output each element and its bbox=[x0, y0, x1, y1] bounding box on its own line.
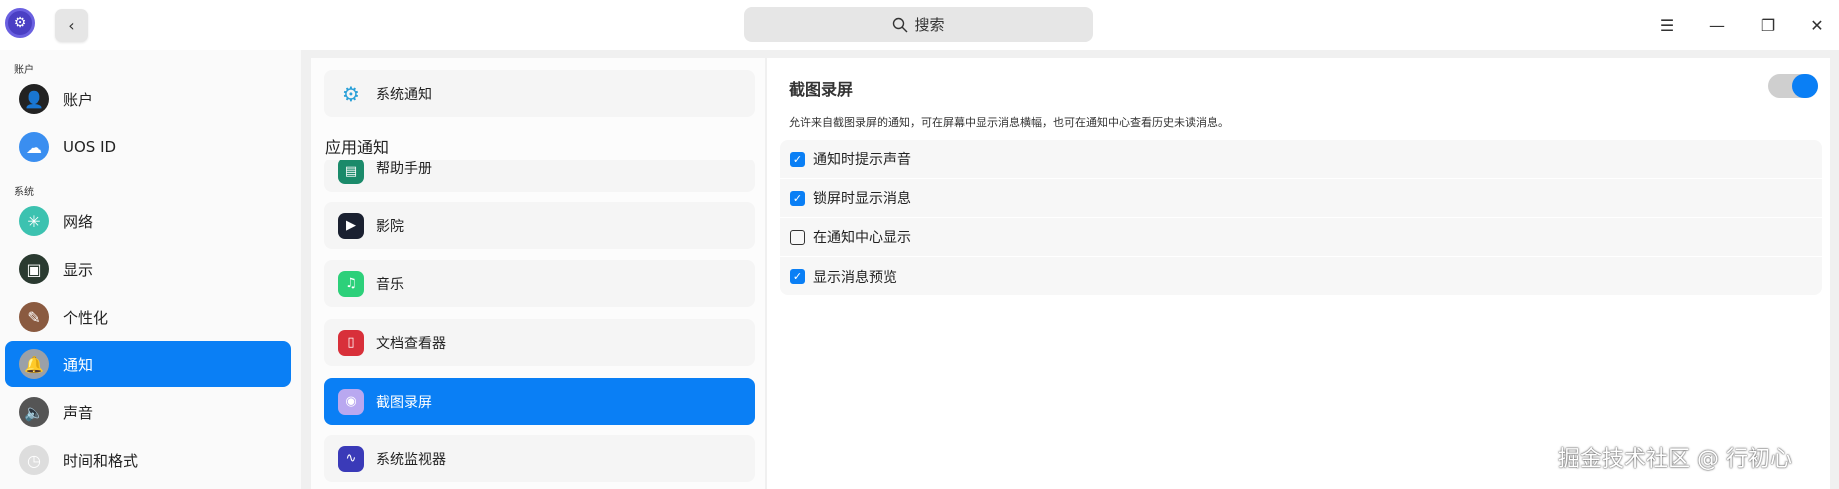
item-label: 系统监视器 bbox=[376, 451, 446, 468]
watermark: 掘金技术社区 @ 行初心 bbox=[1558, 447, 1792, 472]
app-list-item[interactable]: ◉ 截图录屏 bbox=[324, 378, 755, 425]
manual-icon: ▤ bbox=[338, 158, 364, 184]
palette-icon: ✎ bbox=[19, 302, 49, 332]
search-input[interactable]: 搜索 bbox=[744, 7, 1093, 42]
account-icon: 👤 bbox=[19, 84, 49, 114]
sidebar-item-label: 个性化 bbox=[63, 308, 109, 327]
network-icon: ✳ bbox=[19, 206, 49, 236]
sidebar-item[interactable]: 👤 账户 bbox=[5, 76, 291, 122]
item-label: 截图录屏 bbox=[376, 394, 432, 411]
option-label: 显示消息预览 bbox=[813, 269, 897, 286]
system-notification-item[interactable]: ⚙ 系统通知 bbox=[324, 70, 755, 117]
music-icon: ♫ bbox=[338, 270, 364, 297]
sidebar-item-label: 网络 bbox=[63, 212, 94, 231]
option-row[interactable]: ✓ 显示消息预览 bbox=[780, 257, 1822, 296]
close-button[interactable]: ✕ bbox=[1804, 12, 1830, 38]
title-bar: ⚙ ‹ 搜索 ☰ — ❐ ✕ bbox=[0, 0, 1839, 50]
app-list-item[interactable]: ∿ 系统监视器 bbox=[324, 435, 755, 482]
close-icon: ✕ bbox=[1810, 15, 1824, 35]
app-list-item[interactable]: ▤ 帮助手册 bbox=[324, 158, 755, 192]
speaker-icon: 🔈 bbox=[19, 397, 49, 427]
search-placeholder: 搜索 bbox=[914, 16, 945, 34]
checkbox[interactable]: ✓ bbox=[790, 151, 805, 167]
search-icon bbox=[893, 17, 908, 32]
checkbox[interactable]: ✓ bbox=[790, 190, 805, 206]
sidebar-item[interactable]: 🔈 声音 bbox=[5, 389, 291, 435]
detail-panel: 截图录屏 允许来自截图录屏的通知，可在屏幕中显示消息横幅，也可在通知中心查看历史… bbox=[767, 58, 1830, 489]
gear-icon: ⚙ bbox=[342, 81, 360, 106]
section-label: 账户 bbox=[14, 65, 34, 76]
document-viewer-icon: ▯ bbox=[338, 329, 364, 356]
camera-icon: ◉ bbox=[338, 388, 364, 415]
option-row[interactable]: ✓ 通知时提示声音 bbox=[780, 140, 1822, 179]
bell-icon: 🔔 bbox=[19, 349, 49, 379]
sidebar-item[interactable]: ▣ 显示 bbox=[5, 246, 291, 292]
app-list-item[interactable]: ▶ 影院 bbox=[324, 202, 755, 249]
app-logo-icon: ⚙ bbox=[5, 8, 35, 38]
clock-icon: ◷ bbox=[19, 445, 49, 475]
minimize-button[interactable]: — bbox=[1704, 12, 1730, 38]
options-group: ✓ 通知时提示声音 ✓ 锁屏时显示消息 在通知中心显示 ✓ 显示消息预览 bbox=[780, 140, 1822, 295]
app-list-panel: ⚙ 系统通知 ▤ 帮助手册 ▶ 影院 ♫ 音乐 ▯ 文档查看器 ◉ 截图录屏 ∿ 系统监视器 应用通知 bbox=[311, 58, 765, 489]
item-label: 系统通知 bbox=[376, 86, 432, 103]
system-monitor-icon: ∿ bbox=[338, 445, 364, 472]
sidebar-item[interactable]: ✎ 个性化 bbox=[5, 294, 291, 340]
checkbox[interactable]: ✓ bbox=[790, 269, 805, 284]
sidebar-item-label: 时间和格式 bbox=[63, 451, 139, 470]
detail-title: 截图录屏 bbox=[789, 80, 854, 99]
minimize-icon: — bbox=[1709, 15, 1725, 35]
sidebar-item[interactable]: ☁ UOS ID bbox=[5, 124, 291, 170]
item-label: 影院 bbox=[376, 218, 404, 235]
option-label: 锁屏时显示消息 bbox=[813, 191, 911, 207]
enable-toggle[interactable] bbox=[1768, 74, 1818, 98]
sidebar-item-label: 声音 bbox=[63, 403, 94, 422]
detail-description: 允许来自截图录屏的通知，可在屏幕中显示消息横幅，也可在通知中心查看历史未读消息。 bbox=[789, 116, 1229, 129]
sidebar: 账户 系统 👤 账户 ☁ UOS ID ✳ 网络 ▣ 显示 ✎ 个性化 🔔 通知 🔈 声音 ◷ 时间和格式 bbox=[0, 50, 301, 489]
app-list-item[interactable]: ♫ 音乐 bbox=[324, 260, 755, 307]
option-label: 通知时提示声音 bbox=[813, 152, 911, 168]
display-icon: ▣ bbox=[19, 254, 49, 284]
movie-icon: ▶ bbox=[338, 212, 364, 239]
sidebar-item-label: 通知 bbox=[63, 355, 94, 374]
maximize-icon: ❐ bbox=[1760, 15, 1776, 35]
sidebar-item[interactable]: ◷ 时间和格式 bbox=[5, 437, 291, 483]
section-heading: 应用通知 bbox=[325, 120, 765, 160]
sidebar-item-label: 显示 bbox=[63, 260, 94, 279]
maximize-button[interactable]: ❐ bbox=[1755, 12, 1781, 38]
menu-button[interactable]: ☰ bbox=[1654, 12, 1680, 38]
sidebar-item[interactable]: 🔔 通知 bbox=[5, 341, 291, 387]
back-icon: ‹ bbox=[68, 16, 75, 35]
sidebar-item-label: 账户 bbox=[63, 90, 94, 109]
section-label: 系统 bbox=[14, 187, 34, 198]
cloud-icon: ☁ bbox=[19, 132, 49, 162]
back-button[interactable]: ‹ bbox=[55, 9, 88, 42]
sidebar-item[interactable]: ✳ 网络 bbox=[5, 198, 291, 244]
item-label: 文档查看器 bbox=[376, 335, 446, 352]
option-row[interactable]: 在通知中心显示 bbox=[780, 218, 1822, 257]
app-list-item[interactable]: ▯ 文档查看器 bbox=[324, 319, 755, 366]
item-label: 音乐 bbox=[376, 276, 404, 293]
option-row[interactable]: ✓ 锁屏时显示消息 bbox=[780, 179, 1822, 218]
option-label: 在通知中心显示 bbox=[813, 230, 911, 246]
sidebar-item-label: UOS ID bbox=[63, 138, 117, 156]
checkbox[interactable] bbox=[790, 229, 805, 245]
item-label: 帮助手册 bbox=[376, 161, 432, 177]
menu-icon: ☰ bbox=[1659, 15, 1675, 35]
